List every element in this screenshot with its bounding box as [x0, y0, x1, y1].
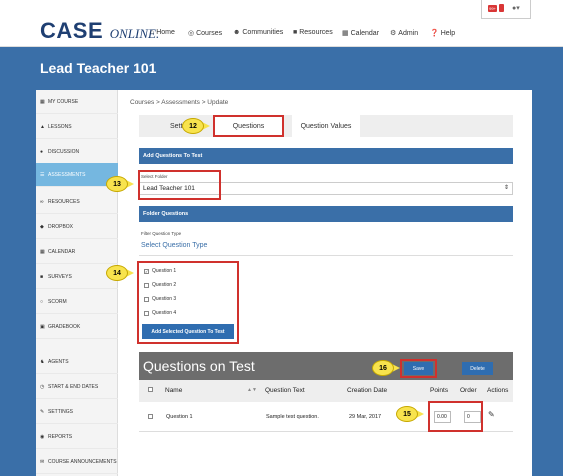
clock-icon: ◷: [40, 383, 45, 390]
megaphone-icon: ✉: [40, 458, 45, 465]
callout-12: 12: [182, 118, 210, 134]
user-menu-icon[interactable]: ●▾: [512, 4, 520, 12]
folder-icon: ■: [293, 29, 298, 36]
sidebar-item-course-announcements[interactable]: ✉ Course Announcements: [36, 450, 118, 474]
select-all-checkbox[interactable]: [148, 387, 153, 394]
agent-icon: ♞: [40, 358, 45, 365]
nav-courses[interactable]: ◎ Courses: [188, 29, 222, 38]
page-title: Lead Teacher 101: [40, 60, 157, 76]
nav-home[interactable]: ⌂ Home: [150, 29, 175, 36]
callout-13: 13: [106, 176, 134, 192]
case-online-logo[interactable]: CASE ONLINE.: [40, 18, 159, 44]
chat-icon: ●: [40, 148, 44, 155]
sidebar-item-agents[interactable]: ♞ Agents: [36, 350, 118, 374]
nav-calendar[interactable]: ▦ Calendar: [342, 29, 379, 38]
list-icon: ☰: [40, 171, 45, 178]
scorm-icon: ○: [40, 298, 44, 305]
notification-badge[interactable]: 99+: [488, 5, 497, 12]
delete-button[interactable]: Delete: [462, 362, 493, 375]
save-highlight-box: [400, 359, 437, 378]
communities-icon: ☻: [233, 29, 241, 36]
checkbox-icon[interactable]: [148, 387, 153, 392]
questions-highlight-box: [137, 261, 239, 344]
sidebar-item-resources[interactable]: ∞ Resources: [36, 190, 118, 214]
gear-icon: ⚙: [390, 30, 397, 37]
calendar-icon: ▦: [40, 248, 45, 255]
notification-area[interactable]: 99+ ●▾: [481, 0, 531, 19]
alert-icon[interactable]: [499, 4, 504, 12]
nav-communities[interactable]: ☻ Communities: [233, 29, 283, 36]
row-checkbox[interactable]: [148, 414, 153, 421]
filter-question-type-label: Filter Question Type: [141, 231, 182, 236]
nav-admin[interactable]: ⚙ Admin: [390, 29, 418, 38]
col-creation-date[interactable]: Creation Date: [347, 387, 387, 394]
tab-questions[interactable]: Questions: [213, 115, 284, 137]
survey-icon: ■: [40, 273, 44, 280]
sidebar-item-start-end-dates[interactable]: ◷ Start & End Dates: [36, 375, 118, 399]
help-icon: ❓: [430, 30, 439, 37]
sidebar-item-gradebook[interactable]: ▣ Gradebook: [36, 315, 118, 339]
sidebar-item-calendar[interactable]: ▦ Calendar: [36, 240, 118, 264]
col-question-text[interactable]: Question Text: [265, 387, 305, 394]
gradebook-icon: ▣: [40, 323, 45, 330]
sidebar-item-dropbox[interactable]: ◆ Dropbox: [36, 215, 118, 239]
col-actions: Actions: [487, 387, 509, 394]
sort-icon[interactable]: ▲▼: [247, 387, 257, 393]
sidebar-item-settings[interactable]: ✎ Settings: [36, 400, 118, 424]
sidebar-item-scorm[interactable]: ○ SCORM: [36, 290, 118, 314]
add-questions-header: Add Questions To Test: [139, 148, 513, 164]
questions-on-test-title: Questions on Test: [143, 358, 255, 374]
sidebar-item-my-course[interactable]: ▦ My Course: [36, 90, 118, 114]
question-type-select[interactable]: Select Question Type: [141, 242, 207, 249]
nav-help[interactable]: ❓ Help: [430, 29, 455, 38]
row-creation-date: 29 Mar, 2017: [349, 414, 382, 420]
folder-questions-header: Folder Questions: [139, 206, 513, 222]
sidebar-item-lessons[interactable]: ▲ Lessons: [36, 115, 118, 139]
sidebar-item-reports[interactable]: ◉ Reports: [36, 425, 118, 449]
calendar-icon: ▦: [342, 30, 349, 37]
home-icon: ⌂: [150, 29, 155, 36]
breadcrumb: Courses > Assessments > Update: [130, 99, 229, 106]
wrench-icon: ✎: [40, 408, 45, 415]
link-icon: ∞: [40, 198, 44, 205]
courses-icon: ◎: [188, 30, 195, 37]
col-name[interactable]: Name: [165, 387, 182, 394]
report-icon: ◉: [40, 433, 45, 440]
callout-15: 15: [396, 406, 424, 422]
grid-icon: ▦: [40, 98, 45, 105]
points-order-highlight-box: [428, 401, 483, 432]
nav-resources[interactable]: ■ Resources: [293, 29, 333, 36]
row-name: Question 1: [166, 414, 193, 420]
select-arrows-icon: ⇕: [503, 185, 509, 191]
sidebar-item-discussion[interactable]: ● Discussion: [36, 140, 118, 164]
tab-question-values[interactable]: Question Values: [292, 115, 360, 137]
course-sidebar: ▦ My Course ▲ Lessons ● Discussion ☰ Assessm…: [36, 90, 118, 476]
folder-highlight-box: [138, 170, 221, 200]
callout-16: 16: [372, 360, 400, 376]
callout-14: 14: [106, 265, 134, 281]
table-header: [139, 380, 513, 402]
dropbox-icon: ◆: [40, 223, 44, 230]
checkbox-icon[interactable]: [148, 414, 153, 419]
col-points[interactable]: Points: [430, 387, 448, 394]
divider: [139, 255, 513, 256]
row-question-text: Sample test question.: [266, 414, 319, 420]
edit-icon[interactable]: ✎: [488, 410, 495, 419]
book-icon: ▲: [40, 123, 45, 130]
col-order[interactable]: Order: [460, 387, 477, 394]
